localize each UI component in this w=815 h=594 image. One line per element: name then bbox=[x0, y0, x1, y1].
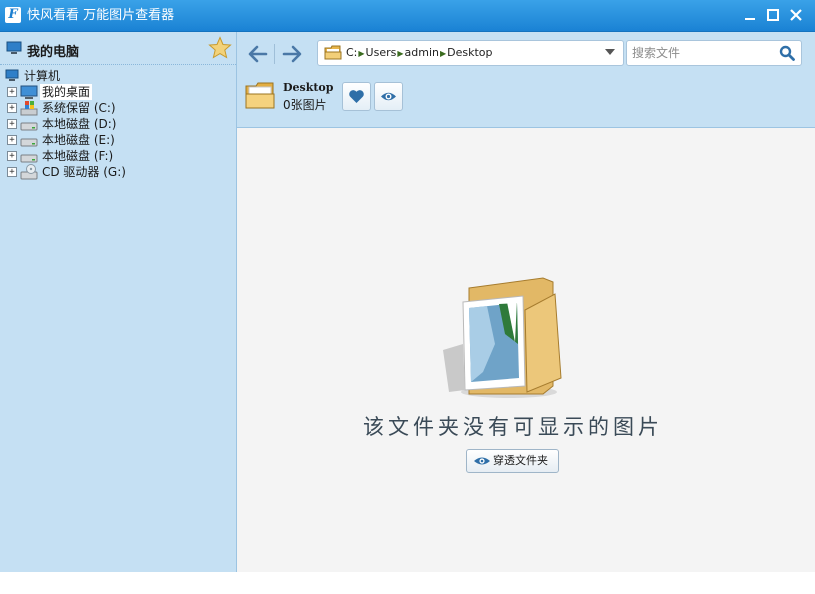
toolbar: C:▶Users▶admin▶Desktop Desktop 0张图片 bbox=[237, 32, 815, 128]
pierce-folder-button[interactable]: 穿透文件夹 bbox=[466, 449, 559, 473]
empty-folder-illustration bbox=[443, 277, 562, 398]
search-input[interactable] bbox=[632, 45, 772, 61]
search-icon[interactable] bbox=[779, 45, 795, 61]
computer-icon bbox=[5, 69, 19, 81]
current-folder-icon bbox=[245, 82, 275, 109]
image-area: 该文件夹没有可显示的图片 穿透文件夹 bbox=[237, 128, 815, 572]
minimize-icon bbox=[745, 18, 755, 20]
computer-icon bbox=[6, 41, 22, 54]
close-button[interactable] bbox=[787, 6, 805, 24]
address-bar[interactable]: C:▶Users▶admin▶Desktop bbox=[317, 40, 624, 66]
breadcrumb-item[interactable]: Users bbox=[366, 46, 397, 59]
breadcrumb-separator-icon[interactable]: ▶ bbox=[358, 49, 364, 58]
sidebar: 我的电脑 计算机 + 我的桌面 + 系统保留 (C:) + 本地磁盘 (D:) … bbox=[0, 32, 237, 572]
chevron-down-icon[interactable] bbox=[605, 49, 615, 55]
tree-item-label: 系统保留 (C:) bbox=[42, 101, 116, 115]
current-folder-name: Desktop bbox=[283, 81, 334, 94]
back-button[interactable] bbox=[245, 42, 271, 66]
eye-icon bbox=[474, 457, 490, 465]
window-title: 快风看看 万能图片查看器 bbox=[27, 8, 175, 23]
breadcrumb-item[interactable]: admin bbox=[405, 46, 439, 59]
breadcrumb-item[interactable]: C: bbox=[346, 46, 357, 59]
breadcrumb: C:▶Users▶admin▶Desktop bbox=[346, 46, 493, 61]
folder-icon bbox=[324, 45, 342, 60]
tree-item-label: 我的桌面 bbox=[40, 84, 93, 100]
tree-item-label: CD 驱动器 (G:) bbox=[42, 165, 126, 179]
heart-icon bbox=[349, 90, 364, 103]
pierce-folder-label: 穿透文件夹 bbox=[493, 454, 548, 467]
empty-message: 该文件夹没有可显示的图片 bbox=[363, 415, 663, 439]
breadcrumb-separator-icon[interactable]: ▶ bbox=[397, 49, 403, 58]
main-pane: C:▶Users▶admin▶Desktop Desktop 0张图片 bbox=[237, 32, 815, 572]
image-count: 0张图片 bbox=[283, 98, 327, 112]
close-icon bbox=[790, 9, 802, 21]
view-button[interactable] bbox=[374, 82, 403, 111]
tree-root-label: 计算机 bbox=[24, 69, 61, 83]
tree-item-label: 本地磁盘 (E:) bbox=[42, 133, 115, 147]
favorite-folder-button[interactable] bbox=[342, 82, 371, 111]
tree-item-label: 本地磁盘 (F:) bbox=[42, 149, 114, 163]
minimize-button[interactable] bbox=[741, 6, 759, 24]
sidebar-header: 我的电脑 bbox=[0, 32, 236, 65]
windows-drive-icon bbox=[20, 101, 38, 116]
expand-toggle[interactable]: + bbox=[7, 119, 17, 129]
drive-icon bbox=[20, 138, 38, 147]
star-icon bbox=[208, 36, 232, 59]
sidebar-title: 我的电脑 bbox=[27, 45, 80, 60]
arrow-left-icon bbox=[248, 45, 268, 63]
desktop-icon bbox=[20, 85, 38, 99]
cd-drive-icon bbox=[20, 164, 38, 180]
breadcrumb-separator-icon[interactable]: ▶ bbox=[440, 49, 446, 58]
favorites-button[interactable] bbox=[208, 36, 232, 60]
breadcrumb-item[interactable]: Desktop bbox=[447, 46, 492, 59]
drive-icon bbox=[20, 154, 38, 163]
expand-toggle[interactable]: + bbox=[7, 87, 17, 97]
eye-icon bbox=[381, 92, 396, 101]
maximize-button[interactable] bbox=[764, 6, 782, 24]
app-window: F 快风看看 万能图片查看器 我的电脑 计算机 + 我的桌面 + 系统保留 (C… bbox=[0, 0, 815, 572]
nav-divider bbox=[274, 44, 275, 64]
expand-toggle[interactable]: + bbox=[7, 167, 17, 177]
expand-toggle[interactable]: + bbox=[7, 135, 17, 145]
forward-button[interactable] bbox=[279, 42, 305, 66]
expand-toggle[interactable]: + bbox=[7, 103, 17, 113]
title-bar[interactable]: F 快风看看 万能图片查看器 bbox=[0, 0, 815, 32]
tree-item-label: 本地磁盘 (D:) bbox=[42, 117, 117, 131]
expand-toggle[interactable]: + bbox=[7, 151, 17, 161]
search-box bbox=[626, 40, 802, 66]
drive-icon bbox=[20, 122, 38, 131]
app-logo-icon: F bbox=[5, 7, 21, 23]
maximize-icon bbox=[767, 9, 779, 21]
arrow-right-icon bbox=[282, 45, 302, 63]
